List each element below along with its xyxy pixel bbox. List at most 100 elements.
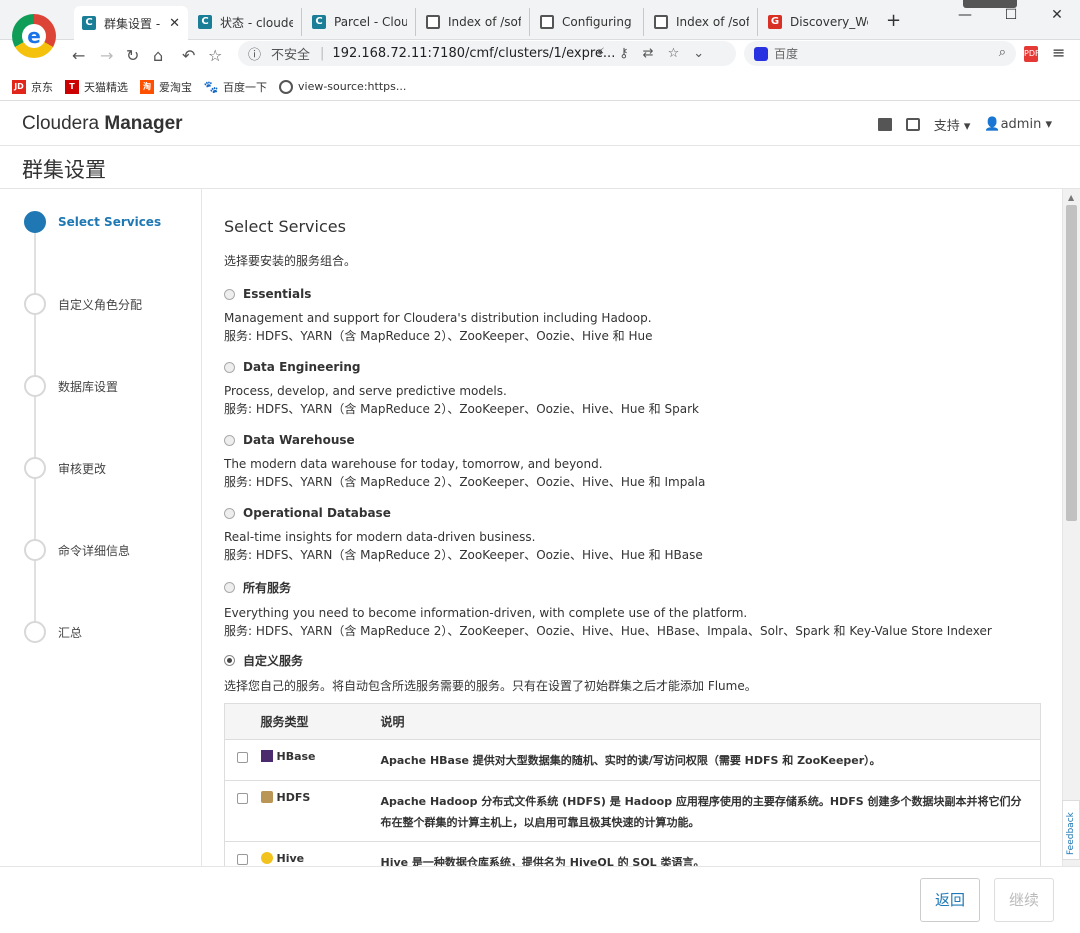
checkbox-hbase[interactable]: [237, 752, 249, 763]
radio-operational-database[interactable]: [224, 507, 235, 519]
col-description: 说明: [380, 703, 1041, 740]
content-scrollbar[interactable]: ▲: [1062, 189, 1080, 866]
info-icon: ⓘ: [248, 48, 262, 63]
menu-icon[interactable]: ≡: [1052, 43, 1065, 62]
pdf-icon[interactable]: PDF: [1024, 46, 1040, 62]
feedback-tab[interactable]: Feedback: [1062, 800, 1080, 860]
services-table: 服务类型 说明 HBase Apache HBase 提供对大型数据集的随机、实…: [224, 703, 1041, 866]
step-dot-icon: [24, 539, 46, 561]
minimize-icon[interactable]: —: [942, 0, 988, 32]
window-controls: — ☐ ✕: [942, 0, 1080, 32]
step-dot-icon: [24, 457, 46, 479]
option-custom-services: 自定义服务 选择您自己的服务。将自动包含所选服务需要的服务。只有在设置了初始群集…: [224, 654, 757, 693]
browser-tab-index-2[interactable]: Index of /softv: [646, 8, 758, 36]
tmall-icon: T: [65, 79, 79, 94]
bookmark-taobao[interactable]: 淘爱淘宝: [140, 79, 192, 95]
browser-tab-index-1[interactable]: Index of /softv: [418, 8, 530, 36]
wizard-steps: Select Services 自定义角色分配 数据库设置 审核更改 命令详细信…: [0, 189, 202, 866]
home-icon[interactable]: ⌂: [153, 46, 163, 65]
close-icon[interactable]: ✕: [169, 16, 180, 31]
step-dot-icon: [24, 621, 46, 643]
option-operational-database: Operational Database Real-time insights …: [224, 506, 703, 562]
continue-button[interactable]: 继续: [994, 878, 1055, 922]
brand-logo[interactable]: Cloudera Manager: [22, 113, 183, 135]
hive-icon: [260, 852, 273, 864]
wizard-step-summary[interactable]: 汇总: [24, 621, 82, 643]
option-all-services: 所有服务 Everything you need to become infor…: [224, 581, 992, 638]
step-connector: [34, 223, 36, 631]
step-dot-icon: [24, 211, 46, 233]
table-header-row: 服务类型 说明: [224, 703, 1041, 740]
support-menu[interactable]: 支持 ▾: [934, 115, 971, 134]
step-dot-icon: [24, 293, 46, 315]
radio-essentials[interactable]: [224, 288, 235, 300]
browser-titlebar: C 群集设置 - ✕ C 状态 - clouder C Parcel - Clo…: [0, 0, 1080, 40]
wizard-step-database[interactable]: 数据库设置: [24, 375, 118, 397]
section-title: Select Services: [224, 217, 346, 236]
col-service-type: 服务类型: [260, 703, 381, 740]
radio-custom-services[interactable]: [224, 655, 235, 666]
browser-tab-discovery[interactable]: G Discovery_We: [760, 8, 876, 36]
browser-tab-parcel[interactable]: C Parcel - Cloud: [304, 8, 416, 36]
bookmark-view-source[interactable]: view-source:https...: [279, 79, 406, 94]
forward-arrow-icon[interactable]: →: [100, 46, 113, 65]
app-header: Cloudera Manager 支持 ▾ 👤admin ▾: [0, 101, 1080, 146]
baidu-icon: [754, 46, 768, 61]
checkbox-hdfs[interactable]: [237, 793, 249, 804]
search-icon[interactable]: ⌕: [999, 45, 1006, 60]
cloudera-icon: C: [198, 15, 212, 29]
parcel-icon[interactable]: [877, 118, 892, 131]
bookmark-star-icon[interactable]: ☆: [668, 46, 680, 61]
search-input[interactable]: 百度 ⌕: [744, 41, 1016, 66]
radio-all-services[interactable]: [224, 582, 235, 593]
back-arrow-icon[interactable]: ←: [72, 46, 85, 65]
table-row[interactable]: Hive Hive 是一种数据仓库系统，提供名为 HiveQL 的 SQL 类语…: [224, 841, 1041, 866]
header-actions: 支持 ▾ 👤admin ▾: [877, 115, 1052, 134]
option-essentials: Essentials Management and support for Cl…: [224, 287, 653, 343]
close-window-icon[interactable]: ✕: [1034, 0, 1080, 32]
bookmark-tmall[interactable]: T 天猫精选: [65, 79, 128, 95]
wizard-step-select-services[interactable]: Select Services: [24, 211, 161, 233]
page-title: 群集设置: [22, 158, 106, 182]
user-menu[interactable]: 👤admin ▾: [984, 117, 1052, 132]
bookmark-baidu[interactable]: 🐾 百度一下: [204, 79, 267, 95]
browser-tab-configuring[interactable]: Configuring a: [532, 8, 644, 36]
reload-icon[interactable]: ↻: [126, 46, 139, 65]
wizard-footer: 返回 继续: [0, 866, 1080, 933]
table-row[interactable]: HBase Apache HBase 提供对大型数据集的随机、实时的读/写访问权…: [224, 739, 1041, 781]
bookmarks-bar: JD 京东 T 天猫精选 淘爱淘宝 🐾 百度一下 view-source:https.…: [0, 73, 1080, 101]
back-button[interactable]: 返回: [920, 878, 981, 922]
bookmark-jd[interactable]: JD 京东: [12, 79, 53, 95]
intro-text: 选择要安装的服务组合。: [224, 254, 357, 268]
cloudera-icon: C: [312, 15, 326, 29]
tasks-icon[interactable]: [905, 118, 920, 131]
browser-tab-cluster-setup[interactable]: C 群集设置 - ✕: [74, 6, 188, 40]
scrollbar-thumb[interactable]: [1066, 205, 1077, 521]
globe-icon: [654, 15, 668, 29]
translate-icon[interactable]: ⇄: [643, 46, 654, 61]
radio-data-warehouse[interactable]: [224, 434, 235, 446]
user-icon: 👤: [984, 117, 1001, 132]
table-row[interactable]: HDFS Apache Hadoop 分布式文件系统 (HDFS) 是 Hado…: [224, 780, 1041, 842]
checkbox-hive[interactable]: [237, 854, 249, 865]
scroll-up-icon[interactable]: ▲: [1068, 193, 1074, 202]
lightning-icon[interactable]: ⚡: [596, 46, 605, 61]
globe-icon: [540, 15, 554, 29]
star-icon[interactable]: ☆: [208, 46, 222, 65]
wizard-step-review[interactable]: 审核更改: [24, 457, 106, 479]
wizard-step-command-details[interactable]: 命令详细信息: [24, 539, 130, 561]
hbase-icon: [260, 750, 273, 762]
maximize-icon[interactable]: ☐: [988, 0, 1034, 32]
wizard-step-role-assignment[interactable]: 自定义角色分配: [24, 293, 142, 315]
browser-logo-icon: e: [12, 14, 56, 58]
radio-data-engineering[interactable]: [224, 361, 235, 373]
cloudera-icon: C: [82, 16, 96, 30]
key-icon[interactable]: ⚷: [619, 46, 629, 61]
g-icon: G: [768, 15, 782, 29]
undo-icon[interactable]: ↶: [182, 46, 195, 65]
browser-tab-status[interactable]: C 状态 - clouder: [190, 8, 302, 36]
chevron-down-icon[interactable]: ⌄: [693, 46, 704, 61]
new-tab-button[interactable]: +: [886, 10, 901, 31]
page-title-bar: 群集设置: [0, 146, 1080, 189]
option-data-engineering: Data Engineering Process, develop, and s…: [224, 360, 699, 416]
